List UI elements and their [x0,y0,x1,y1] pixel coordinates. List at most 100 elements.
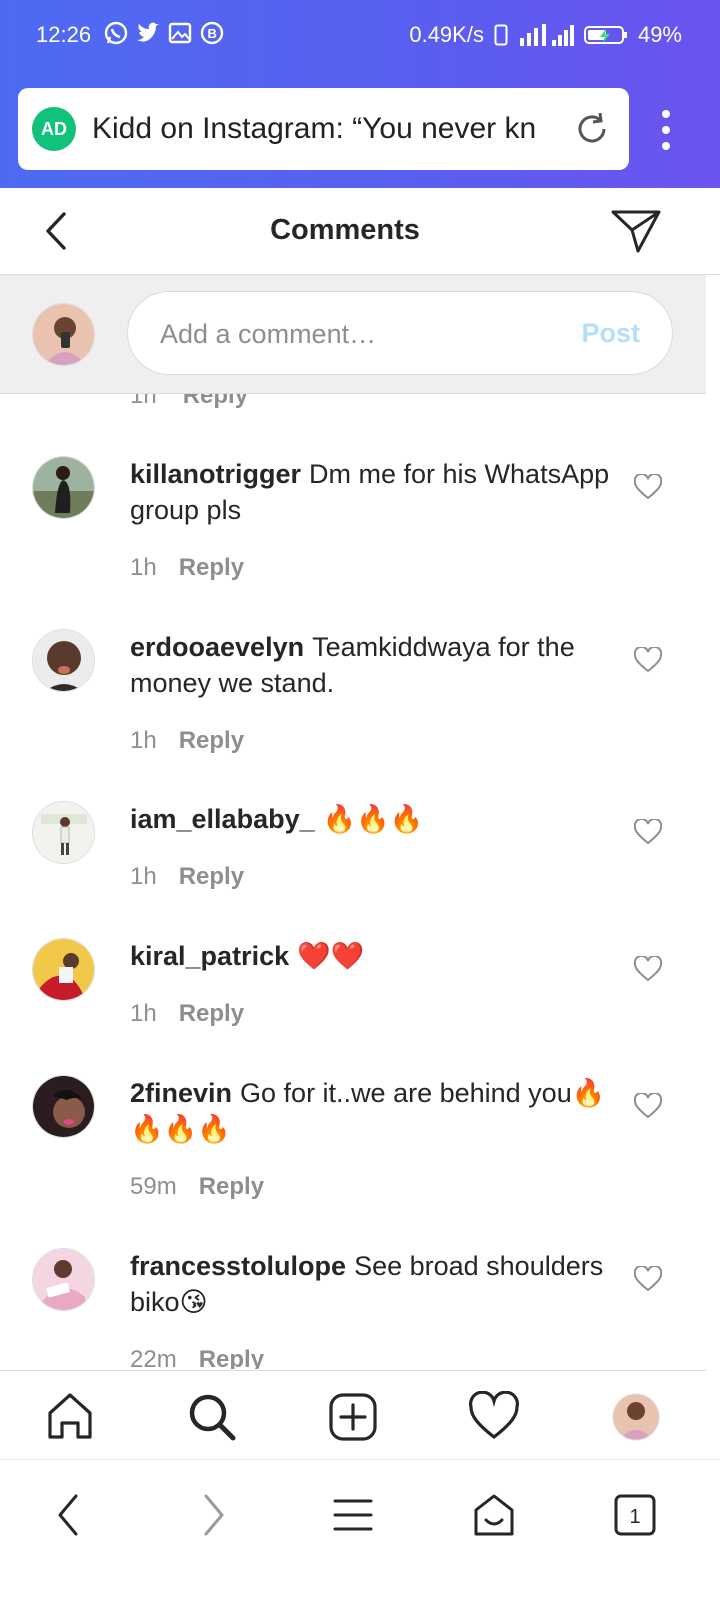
reload-icon[interactable] [573,110,611,148]
comment-body: ❤️❤️ [297,941,365,971]
comment-username[interactable]: 2finevin [130,1078,232,1108]
phone-icon [494,24,508,46]
adblock-icon[interactable]: AD [32,107,76,151]
browser-nav-bar: 1 [0,1459,720,1601]
comment-meta: 1h Reply [130,863,244,891]
comment-text: killanotrigger Dm me for his WhatsApp gro… [130,456,610,528]
tabs-count: 1 [629,1506,640,1528]
comment-time: 1h [130,863,157,890]
page-title[interactable]: Kidd on Instagram: “You never kn [92,112,552,146]
add-post-icon [329,1393,377,1441]
comment-item: kiral_patrick ❤️❤️ 1h Reply [0,938,706,1048]
comment-meta: 1h Reply [130,1000,244,1028]
svg-text:B: B [208,26,217,41]
heart-icon[interactable] [634,956,662,982]
clipped-comment-meta: 1h Reply [130,394,248,410]
comment-time: 1h [130,394,157,409]
heart-icon[interactable] [634,819,662,845]
reply-button[interactable]: Reply [179,1000,244,1027]
status-bar: 12:26 B 0.49K/s 49% [0,0,720,72]
commenter-avatar[interactable] [32,801,95,864]
tab-home[interactable] [44,1391,96,1443]
chevron-left-icon [58,1494,78,1536]
home-icon [48,1393,92,1439]
post-button[interactable]: Post [581,318,640,349]
browser-menu-button[interactable] [330,1492,376,1538]
status-right: 0.49K/s 49% [409,22,682,48]
comment-time: 1h [130,1000,157,1027]
menu-icon [333,1499,373,1531]
heart-icon[interactable] [634,474,662,500]
browser-home-button[interactable] [471,1492,517,1538]
comment-body: 🔥🔥🔥 [322,804,424,834]
comment-text: 2finevin Go for it..we are behind you🔥🔥🔥🔥 [130,1075,610,1147]
comments-header: Comments [0,188,720,275]
tab-search[interactable] [186,1391,238,1443]
whatsapp-icon [104,21,128,45]
comment-field[interactable]: Post [127,291,673,375]
comment-time: 1h [130,554,157,581]
heart-icon[interactable] [634,1266,662,1292]
reply-button[interactable]: Reply [179,554,244,581]
comment-item: iam_ellababy_ 🔥🔥🔥 1h Reply [0,801,706,911]
twitter-icon [137,22,159,42]
status-time: 12:26 [36,22,92,47]
browser-back-button[interactable] [46,1492,92,1538]
browser-forward-button[interactable] [190,1492,236,1538]
commenter-avatar[interactable] [32,1248,95,1311]
chevron-right-icon [204,1494,224,1536]
battery-icon [583,26,627,44]
tab-profile[interactable] [610,1391,662,1443]
notification-icons: B [103,20,225,46]
browser-tabs-button[interactable]: 1 [612,1492,658,1538]
address-bar[interactable]: AD Kidd on Instagram: “You never kn [18,88,629,170]
heart-icon [469,1390,519,1440]
page-heading: Comments [270,214,420,246]
gallery-icon [168,22,192,44]
comment-username[interactable]: francesstolulope [130,1251,346,1281]
b-badge-icon: B [200,21,224,45]
reply-button[interactable]: Reply [179,863,244,890]
comment-username[interactable]: iam_ellababy_ [130,804,315,834]
comment-meta: 22m Reply [130,1346,264,1369]
comment-text: iam_ellababy_ 🔥🔥🔥 [130,801,610,837]
direct-message-icon[interactable] [610,208,662,254]
more-options-icon[interactable] [652,108,680,152]
comment-meta: 1h Reply [130,727,244,755]
comment-input[interactable] [158,314,562,354]
reply-button[interactable]: Reply [199,1173,264,1200]
commenter-avatar[interactable] [32,938,95,1001]
battery-percent: 49% [637,22,682,47]
comment-username[interactable]: kiral_patrick [130,941,289,971]
comment-text: kiral_patrick ❤️❤️ [130,938,610,974]
reply-button[interactable]: Reply [199,1346,264,1369]
comment-text: erdooaevelyn Teamkiddwaya for the money w… [130,629,610,701]
heart-icon[interactable] [634,1093,662,1119]
comment-item: erdooaevelyn Teamkiddwaya for the money w… [0,629,706,779]
reply-button[interactable]: Reply [183,394,248,409]
comment-composer: Post [0,275,706,394]
comment-item: francesstolulope See broad shoulders biko… [0,1248,706,1369]
comment-item: killanotrigger Dm me for his WhatsApp gro… [0,456,706,606]
comment-time: 22m [130,1346,177,1369]
heart-icon[interactable] [634,647,662,673]
network-speed: 0.49K/s [409,22,484,47]
search-icon [189,1394,236,1441]
commenter-avatar[interactable] [32,456,95,519]
reply-button[interactable]: Reply [179,727,244,754]
signal-icon [519,24,574,46]
comment-item: 2finevin Go for it..we are behind you🔥🔥🔥🔥… [0,1075,706,1225]
commenter-avatar[interactable] [32,1075,95,1138]
comments-list[interactable]: 1h Reply killanotrigger Dm me for his What… [0,394,706,1369]
comment-time: 1h [130,727,157,754]
comment-meta: 59m Reply [130,1173,264,1201]
tab-activity[interactable] [468,1390,520,1443]
commenter-avatar[interactable] [32,629,95,692]
comment-text: francesstolulope See broad shoulders biko… [130,1248,610,1320]
comment-time: 59m [130,1173,177,1200]
browser-top-band: 12:26 B 0.49K/s 49% AD Kidd on Instagram… [0,0,720,188]
comment-username[interactable]: killanotrigger [130,459,301,489]
comment-username[interactable]: erdooaevelyn [130,632,304,662]
profile-avatar [612,1393,660,1441]
tab-new-post[interactable] [327,1391,379,1443]
